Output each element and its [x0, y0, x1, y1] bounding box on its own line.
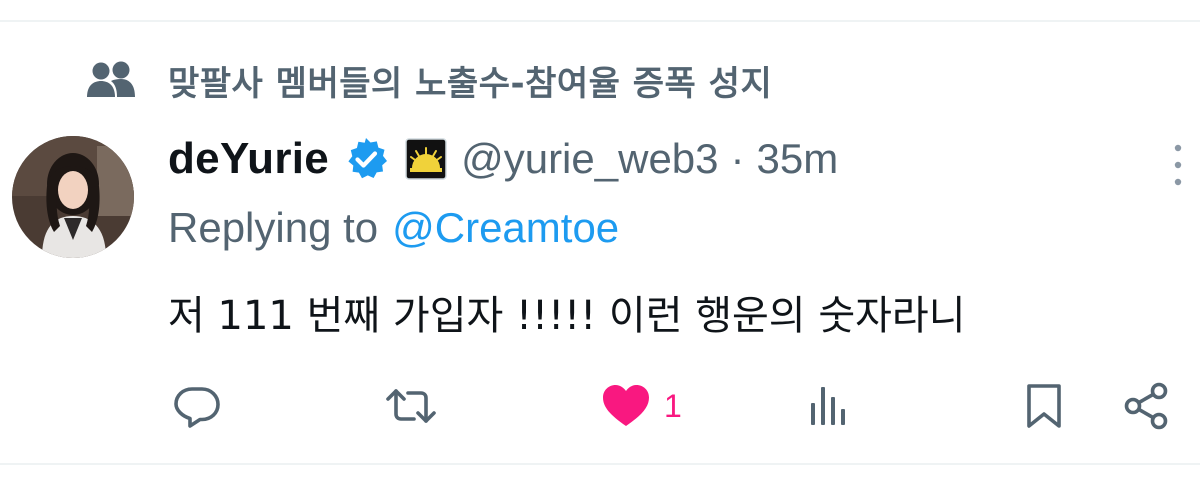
people-icon	[86, 60, 136, 100]
like-count: 1	[664, 387, 682, 424]
views-chart-icon	[811, 387, 845, 425]
like-button[interactable]: 1	[600, 376, 682, 436]
author-handle[interactable]: @yurie_web3	[461, 135, 718, 183]
bottom-divider	[0, 463, 1200, 465]
avatar-image	[12, 136, 134, 258]
retweet-icon	[386, 389, 436, 423]
timestamp[interactable]: 35m	[757, 135, 839, 183]
share-icon	[1124, 382, 1168, 430]
verified-icon[interactable]	[343, 136, 389, 182]
reply-button[interactable]	[172, 376, 222, 436]
top-divider	[0, 20, 1200, 22]
heart-filled-icon	[603, 385, 649, 426]
avatar[interactable]	[12, 136, 134, 258]
social-context[interactable]: 맞팔사 멤버들의 노출수-참여율 증폭 성지	[86, 58, 773, 104]
reply-icon	[174, 387, 220, 428]
share-button[interactable]	[1122, 376, 1172, 436]
replying-to-label: Replying to	[168, 204, 379, 251]
more-dots-icon	[1174, 144, 1182, 186]
retweet-button[interactable]	[384, 376, 438, 436]
action-bar: 1	[0, 376, 1200, 436]
display-name[interactable]: deYurie	[168, 134, 329, 184]
tweet-text: 저 111 번째 가입자 !!!!! 이런 행운의 숫자라니	[168, 293, 966, 339]
sunburst-badge-icon[interactable]	[405, 138, 447, 180]
bookmark-button[interactable]	[1024, 376, 1064, 436]
replying-to-line: Replying to @Creamtoe	[168, 200, 619, 256]
bookmark-icon	[1027, 384, 1061, 428]
views-button[interactable]	[808, 376, 852, 436]
reply-mention-link[interactable]: @Creamtoe	[392, 204, 619, 252]
more-options-button[interactable]	[1160, 140, 1196, 190]
tweet-header: deYurie @yurie_web3 · 35m	[168, 128, 838, 190]
social-context-text: 맞팔사 멤버들의 노출수-참여율 증폭 성지	[168, 63, 773, 104]
separator-dot: ·	[730, 135, 745, 182]
